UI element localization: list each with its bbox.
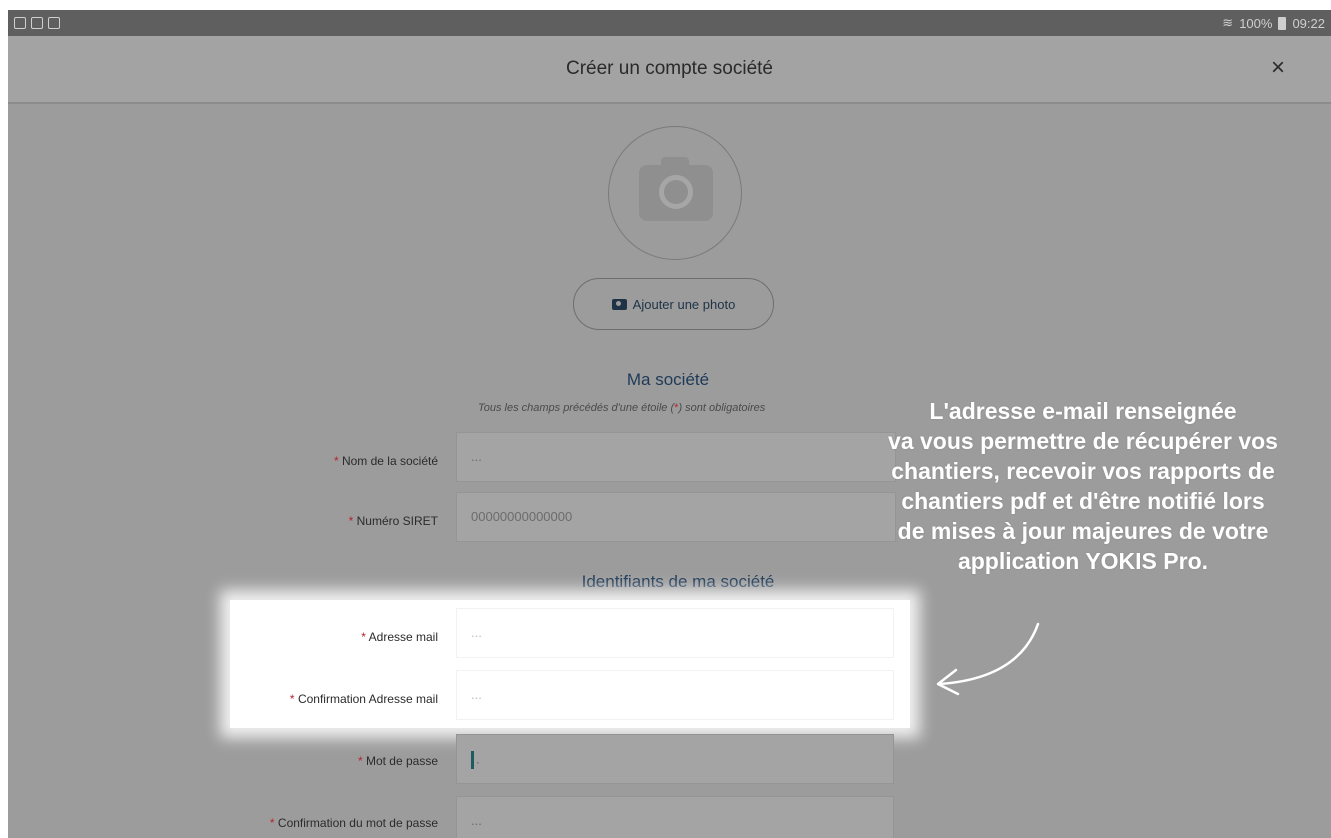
password-value: . <box>476 751 480 767</box>
status-bar: ≋ 100% 09:22 <box>8 10 1331 36</box>
add-photo-button[interactable]: Ajouter une photo <box>573 278 774 330</box>
required-fields-note: Tous les champs précédés d'une étoile (*… <box>478 402 765 414</box>
add-photo-label: Ajouter une photo <box>632 296 736 312</box>
company-name-label: * Nom de la société <box>138 454 438 468</box>
email-confirm-input[interactable]: ... <box>456 670 894 720</box>
page-title: Créer un compte société <box>566 58 773 79</box>
required-star: * <box>289 692 295 706</box>
password-confirm-input[interactable]: ... <box>456 796 894 838</box>
text-cursor <box>471 751 474 769</box>
app-header: Créer un compte société × <box>8 36 1331 104</box>
email-label: * Adresse mail <box>138 630 438 644</box>
wifi-icon: ≋ <box>1222 15 1234 30</box>
curved-arrow-icon <box>936 622 1040 696</box>
note-prefix: Tous les champs précédés d'une étoile ( <box>478 402 675 414</box>
label-text: Confirmation Adresse mail <box>297 692 438 706</box>
clock: 09:22 <box>1292 15 1325 31</box>
notification-icon <box>14 17 26 29</box>
password-confirm-label: * Confirmation du mot de passe <box>138 816 438 830</box>
notification-icon <box>48 17 60 29</box>
section-title-credentials: Identifiants de ma société <box>581 572 775 591</box>
required-star: * <box>333 454 339 468</box>
required-star: * <box>348 514 354 528</box>
label-text: Numéro SIRET <box>356 514 438 528</box>
section-title-company: Ma société <box>626 370 710 389</box>
close-button[interactable]: × <box>1265 55 1291 81</box>
app-screen: ≋ 100% 09:22 Créer un compte société × A… <box>8 10 1331 838</box>
camera-icon <box>611 298 627 310</box>
annotation-line: de mises à jour majeures de votre <box>897 518 1269 544</box>
camera-icon <box>639 157 713 221</box>
note-suffix: ) sont obligatoires <box>678 402 766 414</box>
password-label: * Mot de passe <box>138 754 438 768</box>
annotation-line: chantiers pdf et d'être notifié lors <box>901 488 1265 514</box>
annotation-line: application YOKIS Pro. <box>957 548 1209 574</box>
siret-label: * Numéro SIRET <box>138 514 438 528</box>
required-star: * <box>357 754 363 768</box>
annotation-line: va vous permettre de récupérer vos <box>888 428 1278 454</box>
required-star: * <box>269 816 275 830</box>
photo-placeholder[interactable] <box>608 126 742 260</box>
notification-icons <box>14 17 60 29</box>
email-input[interactable]: ... <box>456 608 894 658</box>
annotation-line: L'adresse e-mail renseignée <box>929 398 1237 424</box>
status-indicators: ≋ 100% 09:22 <box>1222 15 1325 31</box>
battery-icon <box>1278 16 1287 30</box>
label-text: Mot de passe <box>365 754 438 768</box>
required-star: * <box>361 630 366 644</box>
label-text: Confirmation du mot de passe <box>277 816 438 830</box>
annotation-line: chantiers, recevoir vos rapports de <box>891 458 1275 484</box>
notification-icon <box>31 17 43 29</box>
label-text: Adresse mail <box>368 630 438 644</box>
label-text: Nom de la société <box>341 454 438 468</box>
email-annotation: L'adresse e-mail renseignée va vous perm… <box>828 396 1331 576</box>
password-input[interactable]: . <box>456 734 894 784</box>
battery-level: 100% <box>1239 15 1273 31</box>
email-confirm-label: * Confirmation Adresse mail <box>138 692 438 706</box>
